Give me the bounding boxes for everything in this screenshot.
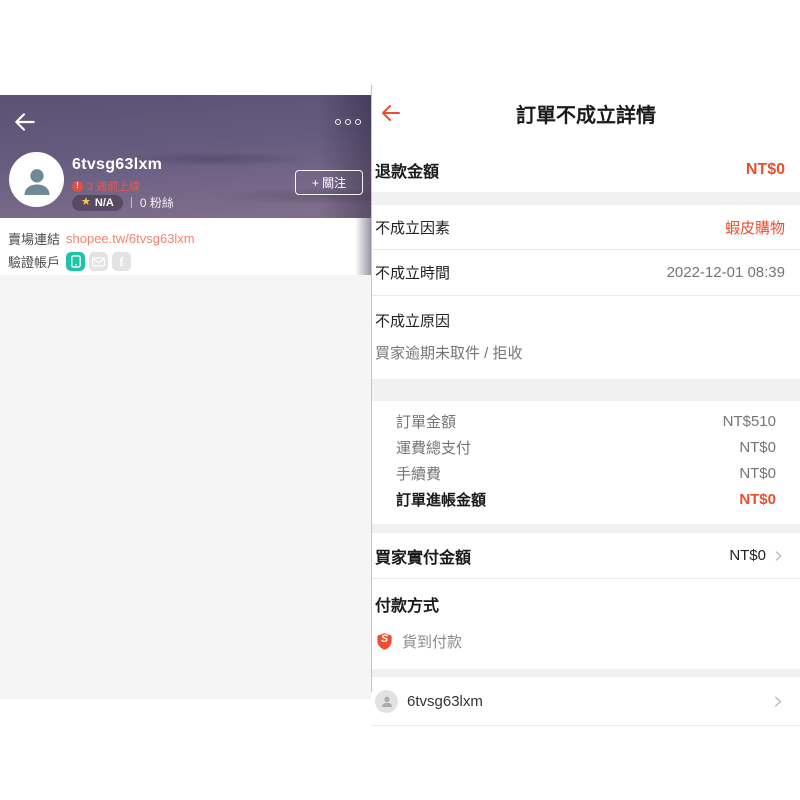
facebook-icon: f: [112, 252, 132, 271]
seller-username: 6tvsg63lxm: [72, 156, 163, 173]
chevron-right-icon: [774, 695, 782, 707]
page-title: 訂單不成立詳情: [516, 105, 656, 127]
cancel-time-value: 2022-12-01 08:39: [666, 264, 785, 281]
shop-link-label: 賣場連結: [8, 232, 61, 247]
person-icon: [381, 696, 392, 707]
rating-row: ★ N/A 0 粉絲: [72, 194, 174, 211]
star-icon: ★: [81, 196, 91, 208]
section-divider: [372, 192, 800, 205]
back-icon[interactable]: [12, 109, 38, 135]
payment-method-block: 付款方式 S 貨到付款: [372, 579, 800, 669]
buyer-paid-row[interactable]: 買家實付金額 NT$0: [372, 533, 800, 579]
rating-value: N/A: [94, 196, 114, 209]
empty-shop-area: [0, 275, 371, 699]
verified-label: 驗證帳戶: [8, 255, 61, 270]
screenshot-stage: 6tvsg63lxm ! 3 週前上線 ★ N/A 0 粉絲 + 關注 賣場連結…: [0, 0, 800, 800]
shipping-paid-row: 運費總支付 NT$0: [396, 438, 776, 457]
cancel-factor-row: 不成立因素 蝦皮購物: [372, 205, 800, 250]
order-income-row: 訂單進帳金額 NT$0: [396, 490, 776, 509]
section-divider: [372, 524, 800, 533]
alert-icon: !: [72, 180, 83, 192]
avatar[interactable]: [9, 152, 64, 207]
payment-method-label: 付款方式: [375, 598, 440, 615]
payment-method-value: 貨到付款: [402, 634, 463, 651]
payment-method-row: S 貨到付款: [375, 631, 785, 652]
cancel-reason-value: 買家逾期未取件 / 拒收: [375, 345, 523, 362]
seller-name: 6tvsg63lxm: [407, 692, 483, 710]
follow-button[interactable]: + 關注: [295, 170, 363, 195]
navbar: 訂單不成立詳情: [372, 85, 800, 135]
followers-count: 0 粉絲: [139, 196, 174, 210]
seller-link-row[interactable]: 6tvsg63lxm: [372, 677, 800, 726]
shop-info-section: 賣場連結 shopee.tw/6tvsg63lxm 驗證帳戶 f: [0, 218, 371, 275]
buyer-paid-label: 買家實付金額: [375, 549, 472, 567]
chevron-right-icon: [775, 550, 782, 561]
cancel-time-row: 不成立時間 2022-12-01 08:39: [372, 250, 800, 296]
order-cancel-detail-panel: 訂單不成立詳情 退款金額 NT$0 不成立因素 蝦皮購物 不成立時間 2022-…: [371, 85, 800, 726]
cancel-time-label: 不成立時間: [375, 265, 451, 282]
rating-badge[interactable]: ★ N/A: [72, 194, 123, 211]
seller-profile-panel: 6tvsg63lxm ! 3 週前上線 ★ N/A 0 粉絲 + 關注 賣場連結…: [0, 95, 371, 699]
cancel-factor-value: 蝦皮購物: [724, 219, 785, 237]
verified-accounts-row: 驗證帳戶 f: [8, 252, 371, 271]
verified-icons: f: [66, 252, 132, 271]
cancel-reason-block: 不成立原因 買家逾期未取件 / 拒收: [372, 296, 800, 379]
order-amount-row: 訂單金額 NT$510: [396, 412, 776, 431]
avatar: [375, 689, 398, 713]
refund-label: 退款金額: [375, 164, 440, 181]
cancel-factor-label: 不成立因素: [375, 219, 451, 237]
refund-value: NT$0: [745, 161, 785, 178]
handling-fee-row: 手續費 NT$0: [396, 464, 776, 483]
cancel-reason-label: 不成立原因: [375, 313, 451, 330]
last-online-status: ! 3 週前上線: [72, 178, 140, 194]
divider: [130, 197, 132, 208]
mail-icon: [89, 252, 109, 271]
profile-header: 6tvsg63lxm ! 3 週前上線 ★ N/A 0 粉絲 + 關注: [0, 95, 371, 275]
section-divider: [372, 379, 800, 401]
shop-link-row: 賣場連結 shopee.tw/6tvsg63lxm: [8, 229, 371, 248]
refund-amount-row: 退款金額 NT$0: [372, 135, 800, 192]
shop-link[interactable]: shopee.tw/6tvsg63lxm: [66, 231, 195, 246]
amounts-block: 訂單金額 NT$510 運費總支付 NT$0 手續費 NT$0 訂單進帳金額 N…: [372, 401, 800, 524]
phone-icon[interactable]: [66, 252, 86, 271]
section-divider: [372, 669, 800, 677]
person-icon: [24, 168, 49, 195]
buyer-paid-value: NT$0: [729, 547, 766, 564]
cod-shield-icon: S: [375, 632, 394, 651]
more-options-icon[interactable]: [335, 119, 361, 125]
